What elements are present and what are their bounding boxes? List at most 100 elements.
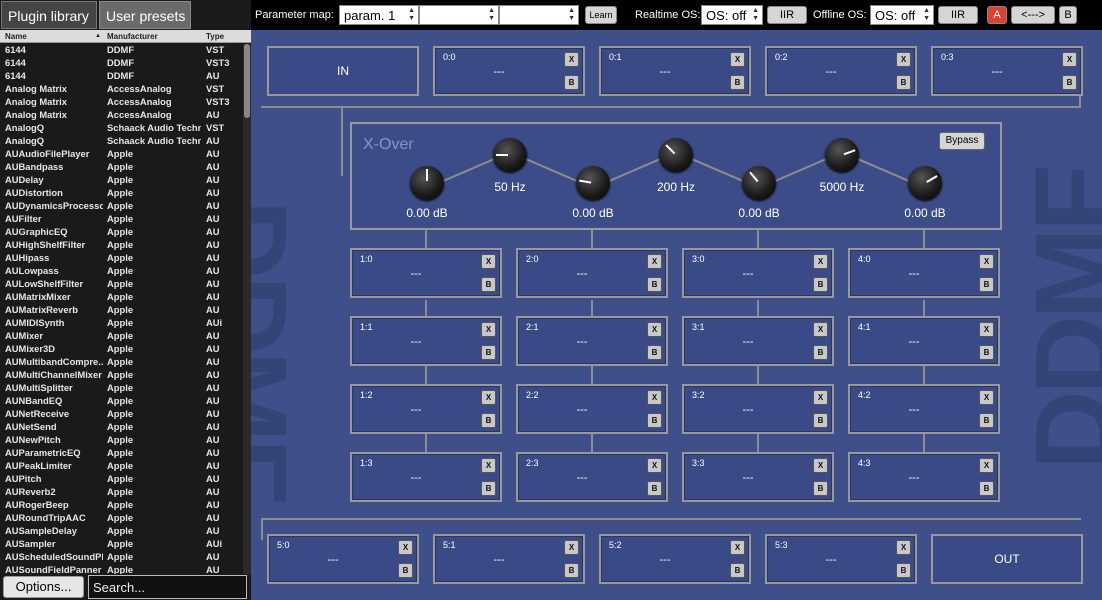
plugin-slot-0-0[interactable]: 0:0 --- X B xyxy=(433,46,585,96)
plugin-list-item[interactable]: AnalogQ Schaack Audio Techn... AU xyxy=(0,135,243,148)
parameter-map-select[interactable]: param. 1 ▲ ▼ xyxy=(339,5,419,25)
plugin-list-item[interactable]: AUScheduledSoundPl... Apple AU xyxy=(0,551,243,564)
plugin-list-item[interactable]: AUSampleDelay Apple AU xyxy=(0,525,243,538)
plugin-list-item[interactable]: AUPitch Apple AU xyxy=(0,473,243,486)
slot-remove-button[interactable]: X xyxy=(979,390,994,405)
plugin-list-item[interactable]: AUPeakLimiter Apple AU xyxy=(0,460,243,473)
plugin-list-item[interactable]: AUMixer3D Apple AU xyxy=(0,343,243,356)
plugin-slot-2-3[interactable]: 2:3 --- X B xyxy=(516,452,668,502)
slot-bypass-button[interactable]: B xyxy=(813,277,828,292)
slot-remove-button[interactable]: X xyxy=(647,390,662,405)
slot-bypass-button[interactable]: B xyxy=(398,563,413,578)
plugin-list-item[interactable]: AUMIDISynth Apple AUi xyxy=(0,317,243,330)
plugin-slot-1-1[interactable]: 1:1 --- X B xyxy=(350,316,502,366)
plugin-list-item[interactable]: Analog Matrix AccessAnalog AU xyxy=(0,109,243,122)
slot-remove-button[interactable]: X xyxy=(813,322,828,337)
plugin-list-item[interactable]: AUDynamicsProcessor Apple AU xyxy=(0,200,243,213)
scrollbar-thumb[interactable] xyxy=(244,44,250,118)
plugin-list-item[interactable]: AURogerBeep Apple AU xyxy=(0,499,243,512)
slot-bypass-button[interactable]: B xyxy=(647,277,662,292)
frequency-knob-3[interactable] xyxy=(825,138,859,172)
plugin-slot-5-1[interactable]: 5:1 --- X B xyxy=(433,534,585,584)
plugin-list-item[interactable]: 6144 DDMF VST3 xyxy=(0,57,243,70)
plugin-list-item[interactable]: AULowShelfFilter Apple AU xyxy=(0,278,243,291)
slot-remove-button[interactable]: X xyxy=(813,458,828,473)
options-button[interactable]: Options... xyxy=(3,576,84,598)
slot-bypass-button[interactable]: B xyxy=(730,75,745,90)
slot-bypass-button[interactable]: B xyxy=(813,413,828,428)
slot-bypass-button[interactable]: B xyxy=(647,345,662,360)
slot-bypass-button[interactable]: B xyxy=(647,481,662,496)
plugin-slot-5-3[interactable]: 5:3 --- X B xyxy=(765,534,917,584)
slot-bypass-button[interactable]: B xyxy=(979,481,994,496)
plugin-list-item[interactable]: AUHipass Apple AU xyxy=(0,252,243,265)
plugin-list[interactable]: 6144 DDMF VST 6144 DDMF VST3 6144 DDMF AU Analog … xyxy=(0,44,243,574)
gain-knob-1[interactable] xyxy=(410,166,444,200)
plugin-slot-3-3[interactable]: 3:3 --- X B xyxy=(682,452,834,502)
parameter-map-select-2[interactable]: ▲ ▼ xyxy=(419,5,499,25)
plugin-slot-3-1[interactable]: 3:1 --- X B xyxy=(682,316,834,366)
slot-bypass-button[interactable]: B xyxy=(564,75,579,90)
slot-bypass-button[interactable]: B xyxy=(979,277,994,292)
plugin-slot-4-2[interactable]: 4:2 --- X B xyxy=(848,384,1000,434)
learn-button[interactable]: Learn xyxy=(585,6,617,24)
plugin-list-item[interactable]: AUNBandEQ Apple AU xyxy=(0,395,243,408)
slot-remove-button[interactable]: X xyxy=(647,458,662,473)
plugin-list-item[interactable]: AUFilter Apple AU xyxy=(0,213,243,226)
plugin-list-item[interactable]: AUMultiChannelMixer Apple AU xyxy=(0,369,243,382)
plugin-list-item[interactable]: AUSoundFieldPanner Apple AU xyxy=(0,564,243,574)
column-header-manufacturer[interactable]: Manufacturer xyxy=(107,32,158,41)
plugin-list-item[interactable]: Analog Matrix AccessAnalog VST xyxy=(0,83,243,96)
plugin-list-item[interactable]: AUMatrixReverb Apple AU xyxy=(0,304,243,317)
plugin-list-item[interactable]: AUMultibandCompre... Apple AU xyxy=(0,356,243,369)
slot-remove-button[interactable]: X xyxy=(896,540,911,555)
preset-b-button[interactable]: B xyxy=(1059,6,1077,24)
crossover-bypass-button[interactable]: Bypass xyxy=(939,132,985,150)
plugin-slot-2-2[interactable]: 2:2 --- X B xyxy=(516,384,668,434)
plugin-list-item[interactable]: AURoundTripAAC Apple AU xyxy=(0,512,243,525)
slot-bypass-button[interactable]: B xyxy=(896,563,911,578)
plugin-list-item[interactable]: AUDistortion Apple AU xyxy=(0,187,243,200)
plugin-list-item[interactable]: AUMixer Apple AU xyxy=(0,330,243,343)
plugin-list-item[interactable]: AUParametricEQ Apple AU xyxy=(0,447,243,460)
plugin-slot-0-3[interactable]: 0:3 --- X B xyxy=(931,46,1083,96)
slot-bypass-button[interactable]: B xyxy=(564,563,579,578)
plugin-slot-4-0[interactable]: 4:0 --- X B xyxy=(848,248,1000,298)
slot-bypass-button[interactable]: B xyxy=(979,413,994,428)
slot-remove-button[interactable]: X xyxy=(979,254,994,269)
plugin-list-item[interactable]: Analog Matrix AccessAnalog VST3 xyxy=(0,96,243,109)
plugin-list-item[interactable]: AUAudioFilePlayer Apple AU xyxy=(0,148,243,161)
slot-bypass-button[interactable]: B xyxy=(1062,75,1077,90)
slot-remove-button[interactable]: X xyxy=(564,540,579,555)
plugin-list-item[interactable]: AUGraphicEQ Apple AU xyxy=(0,226,243,239)
plugin-slot-3-0[interactable]: 3:0 --- X B xyxy=(682,248,834,298)
slot-remove-button[interactable]: X xyxy=(481,458,496,473)
plugin-list-item[interactable]: AUNetReceive Apple AU xyxy=(0,408,243,421)
slot-bypass-button[interactable]: B xyxy=(730,563,745,578)
slot-bypass-button[interactable]: B xyxy=(481,413,496,428)
plugin-list-item[interactable]: AUMatrixMixer Apple AU xyxy=(0,291,243,304)
slot-remove-button[interactable]: X xyxy=(481,390,496,405)
gain-knob-3[interactable] xyxy=(742,166,776,200)
gain-knob-2[interactable] xyxy=(576,166,610,200)
plugin-slot-3-2[interactable]: 3:2 --- X B xyxy=(682,384,834,434)
slot-bypass-button[interactable]: B xyxy=(979,345,994,360)
plugin-list-item[interactable]: AUMultiSplitter Apple AU xyxy=(0,382,243,395)
plugin-slot-2-0[interactable]: 2:0 --- X B xyxy=(516,248,668,298)
plugin-slot-4-1[interactable]: 4:1 --- X B xyxy=(848,316,1000,366)
plugin-list-item[interactable]: AUHighShelfFilter Apple AU xyxy=(0,239,243,252)
plugin-list-item[interactable]: AUNetSend Apple AU xyxy=(0,421,243,434)
gain-knob-4[interactable] xyxy=(908,166,942,200)
slot-remove-button[interactable]: X xyxy=(896,52,911,67)
parameter-map-select-3[interactable]: ▲ ▼ xyxy=(499,5,579,25)
plugin-list-item[interactable]: 6144 DDMF AU xyxy=(0,70,243,83)
plugin-slot-4-3[interactable]: 4:3 --- X B xyxy=(848,452,1000,502)
slot-bypass-button[interactable]: B xyxy=(481,277,496,292)
slot-remove-button[interactable]: X xyxy=(481,254,496,269)
search-input[interactable] xyxy=(88,575,247,599)
plugin-list-item[interactable]: AUReverb2 Apple AU xyxy=(0,486,243,499)
plugin-list-item[interactable]: AnalogQ Schaack Audio Techn... VST xyxy=(0,122,243,135)
plugin-slot-0-2[interactable]: 0:2 --- X B xyxy=(765,46,917,96)
plugin-slot-1-0[interactable]: 1:0 --- X B xyxy=(350,248,502,298)
slot-remove-button[interactable]: X xyxy=(398,540,413,555)
